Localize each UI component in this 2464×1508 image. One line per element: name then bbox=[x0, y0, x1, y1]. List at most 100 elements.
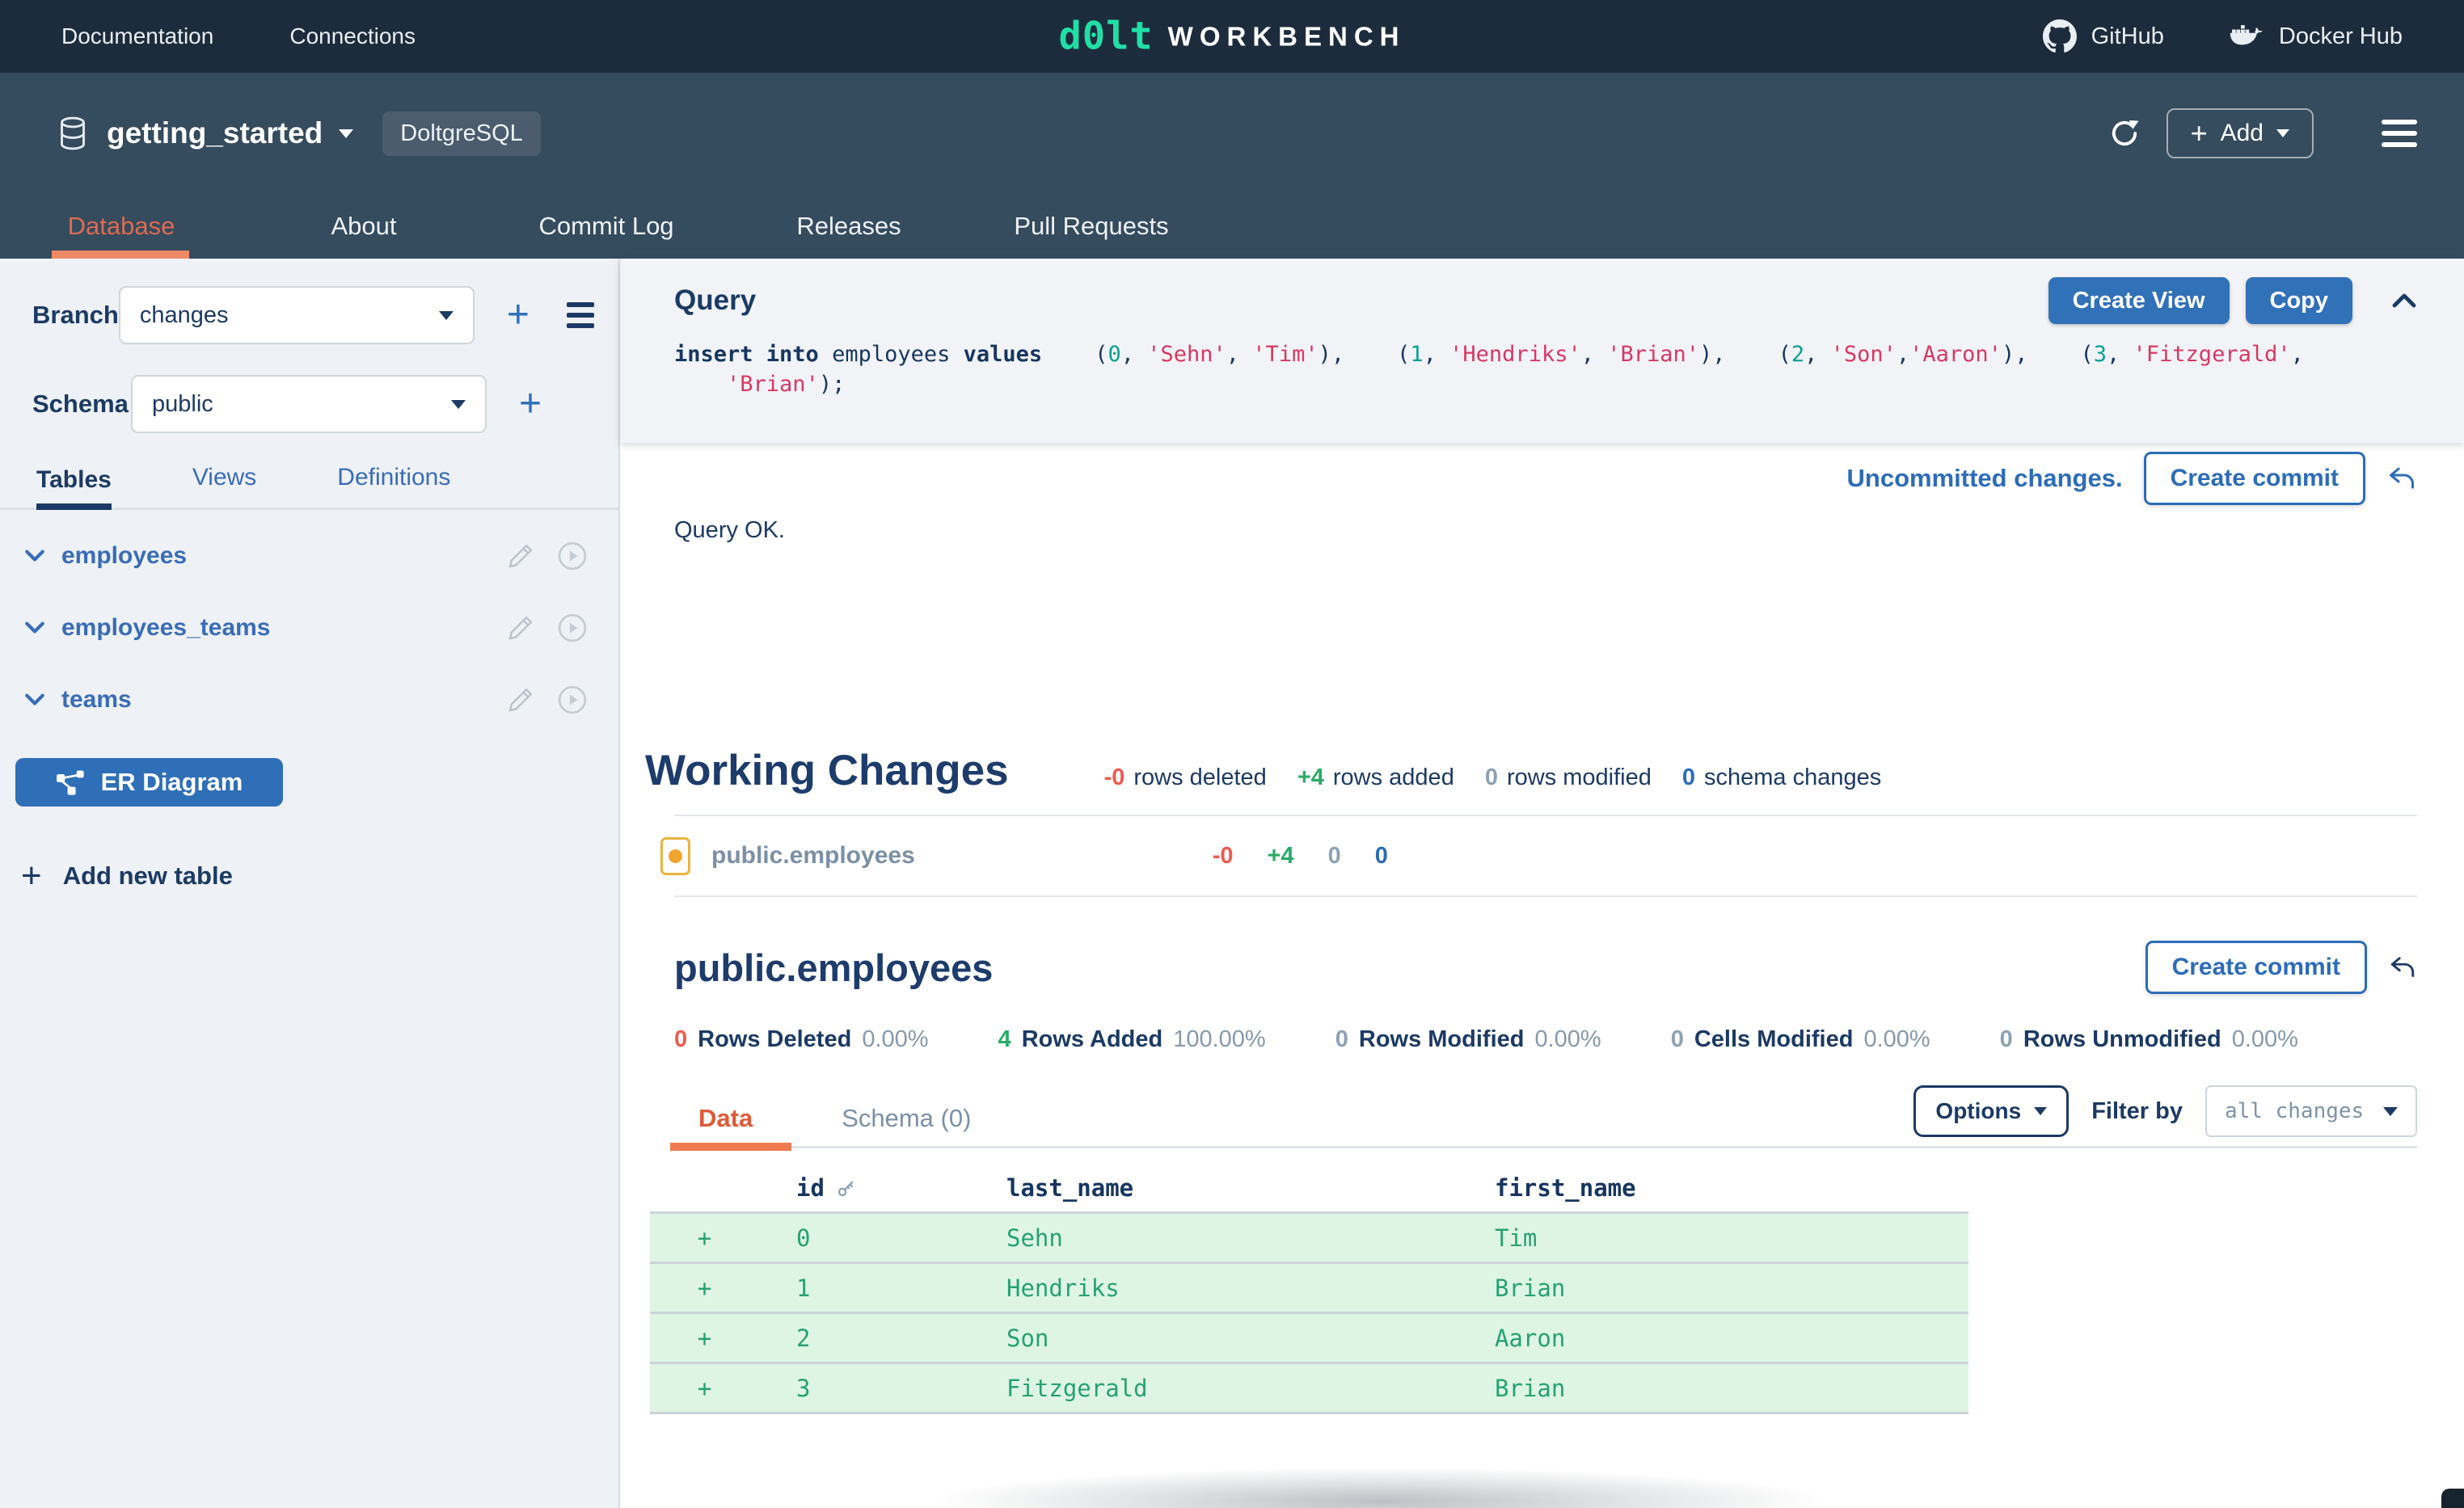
working-changes-title: Working Changes bbox=[645, 746, 1009, 795]
create-view-button[interactable]: Create View bbox=[2048, 277, 2230, 324]
docker-hub-link[interactable]: Docker Hub bbox=[2229, 22, 2403, 51]
stat-rows-deleted: 0Rows Deleted0.00% bbox=[674, 1026, 929, 1053]
stat-cells-modified: 0Cells Modified0.00% bbox=[1671, 1026, 1930, 1053]
nav-link-documentation[interactable]: Documentation bbox=[61, 23, 213, 49]
add-caret-down-icon bbox=[2276, 129, 2289, 137]
filter-select[interactable]: all changes bbox=[2205, 1085, 2417, 1137]
table-cell: Brian bbox=[1495, 1375, 1968, 1402]
menu-icon[interactable] bbox=[2382, 120, 2417, 147]
changed-table-counts: -0 +4 0 0 bbox=[1213, 843, 1388, 870]
sql-query-editor[interactable]: insert into employees values (0, 'Sehn',… bbox=[674, 339, 2417, 399]
changed-table-row[interactable]: public.employees -0 +4 0 0 bbox=[660, 816, 2417, 895]
tab-schema[interactable]: Schema (0) bbox=[842, 1104, 971, 1133]
table-list: employees employees_teams bbox=[0, 510, 618, 735]
table-name[interactable]: teams bbox=[61, 686, 132, 714]
schema-select[interactable]: public bbox=[131, 375, 487, 433]
table-cell: 0 bbox=[759, 1224, 1006, 1252]
tab-database[interactable]: Database bbox=[0, 194, 243, 259]
edit-pencil-icon[interactable] bbox=[507, 686, 534, 714]
collapse-chevron-up-icon[interactable] bbox=[2391, 293, 2417, 309]
chevron-down-icon[interactable] bbox=[24, 621, 45, 634]
table-cell: 1 bbox=[759, 1274, 1006, 1302]
add-branch-button[interactable]: + bbox=[507, 296, 530, 335]
undo-icon[interactable] bbox=[2388, 953, 2417, 982]
stat-rows-modified: 0Rows Modified0.00% bbox=[1335, 1026, 1601, 1053]
count-added: +4 bbox=[1268, 843, 1294, 870]
column-header-first-name: first_name bbox=[1495, 1174, 1968, 1202]
query-status-message: Query OK. bbox=[674, 517, 2417, 544]
sidebar: Branch changes + Schema public + Tables … bbox=[0, 259, 620, 1508]
edit-pencil-icon[interactable] bbox=[507, 542, 534, 570]
tab-pull-requests[interactable]: Pull Requests bbox=[970, 194, 1213, 259]
play-icon[interactable] bbox=[557, 684, 588, 715]
table-cell: 3 bbox=[759, 1375, 1006, 1402]
stat-rows-unmodified: 0Rows Unmodified0.00% bbox=[2000, 1026, 2298, 1053]
table-cell: Fitzgerald bbox=[1006, 1375, 1495, 1402]
branch-label: Branch bbox=[32, 301, 119, 330]
column-header-id: id bbox=[759, 1174, 1006, 1202]
table-name[interactable]: employees_teams bbox=[61, 614, 271, 642]
sidebar-tabs: Tables Views Definitions bbox=[0, 464, 618, 510]
database-caret-down-icon[interactable] bbox=[339, 129, 353, 138]
top-nav: Documentation Connections d0lt WORKBENCH… bbox=[0, 0, 2464, 73]
docker-hub-label: Docker Hub bbox=[2279, 23, 2403, 50]
create-commit-button[interactable]: Create commit bbox=[2145, 941, 2367, 994]
add-schema-button[interactable]: + bbox=[519, 385, 542, 423]
database-header: getting_started DoltgreSQL + Add Databas… bbox=[0, 73, 2464, 259]
query-panel-header: Query Create View Copy bbox=[674, 275, 2417, 326]
table-cell: 2 bbox=[759, 1325, 1006, 1352]
schema-select-value: public bbox=[152, 391, 213, 418]
add-button[interactable]: + Add bbox=[2167, 108, 2314, 158]
copy-button[interactable]: Copy bbox=[2246, 277, 2353, 324]
database-name[interactable]: getting_started bbox=[107, 116, 323, 150]
branch-caret-down-icon bbox=[439, 311, 454, 320]
dolt-logo-text: d0lt bbox=[1058, 15, 1153, 59]
chevron-down-icon[interactable] bbox=[24, 693, 45, 706]
working-changes-stats: -0rows deleted +4rows added 0rows modifi… bbox=[1104, 765, 1882, 791]
changed-table-name: public.employees bbox=[711, 842, 915, 870]
er-diagram-button[interactable]: ER Diagram bbox=[15, 758, 283, 807]
branch-select-value: changes bbox=[140, 302, 229, 329]
branch-select[interactable]: changes bbox=[119, 286, 475, 344]
play-icon[interactable] bbox=[557, 613, 588, 643]
app-window: Documentation Connections d0lt WORKBENCH… bbox=[0, 0, 2464, 1508]
branch-menu-icon[interactable] bbox=[567, 302, 594, 328]
github-link[interactable]: GitHub bbox=[2043, 19, 2164, 53]
chevron-down-icon[interactable] bbox=[24, 549, 45, 562]
github-icon bbox=[2043, 19, 2077, 53]
modified-status-icon bbox=[660, 837, 690, 875]
uncommitted-changes-label: Uncommitted changes. bbox=[1847, 464, 2123, 493]
diff-table-title: public.employees bbox=[674, 946, 993, 990]
add-new-table-button[interactable]: + Add new table bbox=[21, 858, 618, 894]
table-row-teams: teams bbox=[24, 663, 588, 735]
undo-icon[interactable] bbox=[2386, 463, 2417, 494]
working-changes-header: Working Changes -0rows deleted +4rows ad… bbox=[645, 746, 2417, 795]
query-panel: Query Create View Copy insert into emplo… bbox=[620, 259, 2464, 443]
tab-about[interactable]: About bbox=[243, 194, 485, 259]
er-diagram-label: ER Diagram bbox=[101, 768, 243, 797]
edit-pencil-icon[interactable] bbox=[507, 614, 534, 642]
content-area: Branch changes + Schema public + Tables … bbox=[0, 259, 2464, 1508]
tab-data[interactable]: Data bbox=[698, 1104, 753, 1133]
options-button[interactable]: Options bbox=[1913, 1085, 2069, 1137]
uncommitted-changes-bar: Uncommitted changes. Create commit bbox=[674, 449, 2417, 508]
tab-commit-log[interactable]: Commit Log bbox=[485, 194, 728, 259]
query-title: Query bbox=[674, 284, 756, 317]
github-label: GitHub bbox=[2091, 23, 2164, 50]
row-added-marker: + bbox=[650, 1375, 759, 1402]
tab-releases[interactable]: Releases bbox=[728, 194, 970, 259]
play-icon[interactable] bbox=[557, 541, 588, 571]
sidebar-tab-views[interactable]: Views bbox=[192, 464, 256, 508]
table-row-employees-teams: employees_teams bbox=[24, 592, 588, 663]
create-commit-button[interactable]: Create commit bbox=[2144, 452, 2365, 505]
diff-table-body: +0SehnTim+1HendriksBrian+2SonAaron+3Fitz… bbox=[650, 1211, 1968, 1414]
nav-link-connections[interactable]: Connections bbox=[289, 23, 416, 49]
table-cell: Brian bbox=[1495, 1274, 1968, 1302]
sidebar-tab-tables[interactable]: Tables bbox=[36, 466, 112, 510]
table-row: +2SonAaron bbox=[650, 1314, 1968, 1364]
count-schema: 0 bbox=[1375, 843, 1388, 870]
sidebar-tab-definitions[interactable]: Definitions bbox=[337, 464, 450, 508]
schema-row: Schema public + bbox=[0, 375, 618, 433]
table-name[interactable]: employees bbox=[61, 542, 187, 570]
refresh-icon[interactable] bbox=[2107, 116, 2142, 151]
